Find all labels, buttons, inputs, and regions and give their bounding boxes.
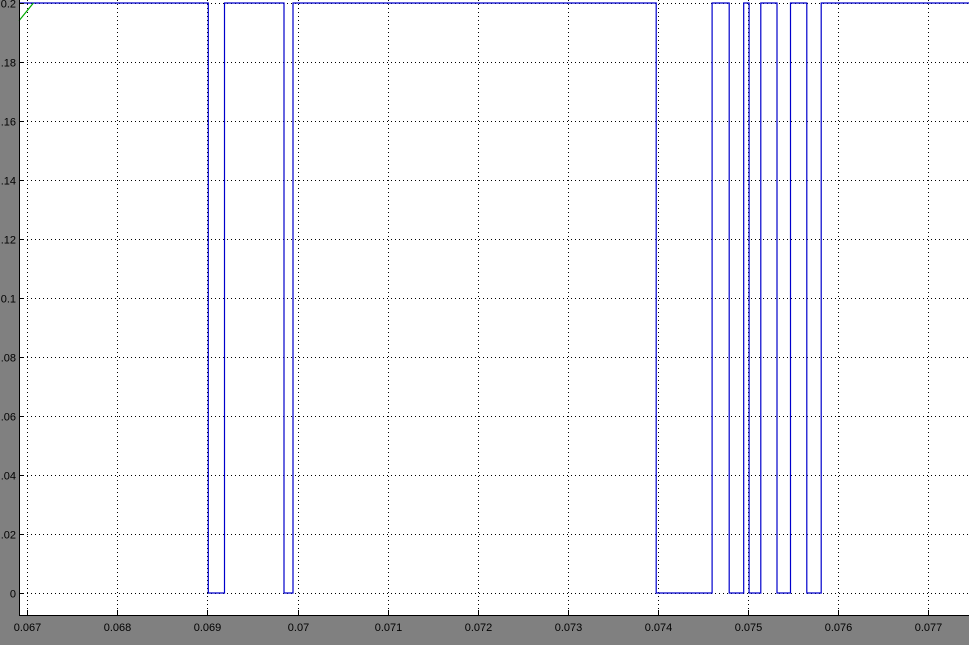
x-tick-label: 0.07 (288, 622, 309, 634)
y-tick-label: .04 (1, 471, 16, 483)
x-tick-label: 0.074 (645, 622, 673, 634)
y-tick-label: 0.2 (1, 0, 16, 11)
x-tick-label: 0.077 (915, 622, 943, 634)
x-tick-label: 0.071 (375, 622, 403, 634)
y-tick-label: .18 (1, 58, 16, 70)
y-tick-label: .08 (1, 353, 16, 365)
x-tick-label: 0.067 (14, 622, 42, 634)
x-tick-label: 0.072 (465, 622, 493, 634)
y-tick-label: .16 (1, 117, 16, 129)
x-tick-label: 0.068 (104, 622, 132, 634)
signal-plot: 0 .02 .04 .06 .08 0.1 .12 .14 .16 .18 0.2 0.067 0.0… (0, 0, 969, 645)
x-tick-label: 0.069 (194, 622, 222, 634)
y-tick-label: 0 (10, 589, 16, 601)
y-tick-label: .12 (1, 235, 16, 247)
axes-area (19, 0, 969, 615)
x-tick-label: 0.073 (555, 622, 583, 634)
x-tick-label: 0.076 (825, 622, 853, 634)
y-tick-label: 0.1 (1, 294, 16, 306)
y-tick-label: .06 (1, 412, 16, 424)
y-tick-label: .02 (1, 530, 16, 542)
y-tick-label: .14 (1, 176, 16, 188)
x-tick-label: 0.075 (735, 622, 763, 634)
